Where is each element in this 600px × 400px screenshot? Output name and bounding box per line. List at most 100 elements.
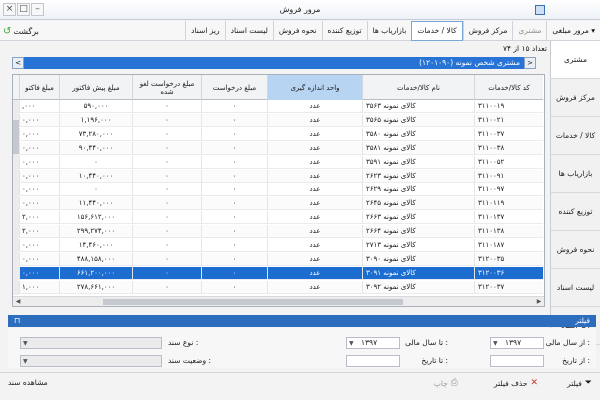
table-row[interactable]: ۳۱۱۰۰۹۱ کالای نمونه ۲۶۲۳ عدد ۰ ۰ ۱۰,۴۴۰,۰۰۰ ۰,… (13, 169, 543, 183)
table-row[interactable]: ۳۱۲۰۰۳۵ کالای نمونه ۳۰۹۰ عدد ۰ ۰ ۴۸۸,۱۵۸,۰۰۰ ۰… (13, 252, 543, 266)
scroll-left-icon[interactable]: ◀ (13, 297, 23, 306)
to-year-select[interactable]: ▼ ۱۳۹۷ (346, 337, 400, 349)
cell-request-amount: ۰ (201, 141, 267, 155)
cell-proforma-amount: ۴۸۸,۱۵۸,۰۰۰ (59, 252, 132, 266)
table-row[interactable]: ۳۱۱۰۱۳۸ کالای نمونه ۲۶۶۴ عدد ۰ ۰ ۲۹۹,۲۷۴,۰۰۰ ۲… (13, 225, 543, 239)
tab-document-list[interactable]: لیست اسناد (224, 21, 273, 41)
cell-request-amount: ۰ (201, 280, 267, 294)
table-row[interactable]: ۳۱۱۰۱۸۷ کالای نمونه ۲۷۱۳ عدد ۰ ۰ ۱۴,۴۶۰,۰۰۰ ۰,… (13, 239, 543, 252)
customer-navigator: < مشتری شخص نمونه (۱۲۰۱۰۹۰) > (12, 57, 536, 69)
tab-goods-services[interactable]: کالا / خدمات (411, 21, 463, 41)
column-header-proforma-amount[interactable]: مبلغ پیش فاکتور (59, 75, 132, 100)
clear-filter-icon: ✕ (530, 378, 538, 388)
cell-proforma-amount: ۱,۱۹۶,۰۰۰ (59, 113, 132, 127)
cell-invoice-amount: ۰,۰۰۰ (19, 155, 59, 169)
doc-status-select[interactable]: ▼ (20, 355, 162, 367)
tab-customer[interactable]: مشتری (512, 21, 546, 41)
cell-name: کالای نمونه ۳۰۹۰ (362, 252, 474, 266)
pin-icon[interactable]: ⊓ (14, 316, 20, 325)
view-document-button[interactable]: مشاهده سند (8, 378, 48, 387)
table-row[interactable]: ۳۱۱۰۰۵۲ کالای نمونه ۳۵۹۱ عدد ۰ ۰ ۰ ۰,۰۰۰ (13, 155, 543, 169)
cell-cancelled-amount: ۰ (132, 266, 201, 280)
print-button[interactable]: چاپ ⎙ (434, 378, 458, 388)
tab-document-details[interactable]: ریز اسناد (185, 21, 225, 41)
cell-unit: عدد (267, 225, 362, 239)
table-row[interactable]: ۳۱۱۰۰۲۱ کالای نمونه ۳۵۶۵ عدد ۰ ۰ ۱,۱۹۶,۰۰۰ ۰,۰… (13, 113, 543, 127)
cell-proforma-amount: ۹۰,۴۴۰,۰۰۰ (59, 141, 132, 155)
scrollbar-thumb[interactable] (103, 299, 403, 305)
cell-cancelled-amount: ۰ (132, 252, 201, 266)
sidebar-item-sales-method[interactable]: نحوه فروش (551, 231, 600, 269)
cell-name: کالای نمونه ۳۵۶۵ (362, 113, 474, 127)
table-row[interactable]: ۳۱۱۰۰۳۷ کالای نمونه ۳۵۸۰ عدد ۰ ۰ ۷۳,۲۸۰,۰۰۰ ۰,… (13, 127, 543, 141)
sidebar-item-distributor[interactable]: توزیع کننده (551, 193, 600, 231)
back-button[interactable]: ↺ برگشت (3, 24, 39, 38)
table-row[interactable]: ۳۱۱۰۰۱۹ کالای نمونه ۳۵۶۳ عدد ۰ ۰ ۵۹۰,۰۰۰,۰۰۰ (13, 100, 543, 113)
horizontal-scrollbar[interactable]: ◀ ▶ (13, 296, 544, 306)
cell-name: کالای نمونه ۲۶۲۹ (362, 183, 474, 197)
main-content: تعداد ۱۵ از ۷۴ < مشتری شخص نمونه (۱۲۰۱۰۹… (0, 41, 550, 313)
sidebar-item-document-list[interactable]: لیست اسناد (551, 269, 600, 307)
tab-sales-center[interactable]: مرکز فروش (462, 21, 513, 41)
cell-name: کالای نمونه ۲۶۲۳ (362, 169, 474, 183)
data-grid: کد کالا/خدمات نام کالا/خدمات واحد اندازه… (12, 74, 545, 307)
customer-selector[interactable]: مشتری شخص نمونه (۱۲۰۱۰۹۰) (24, 57, 524, 69)
column-header-code[interactable]: کد کالا/خدمات (474, 75, 543, 100)
column-header-unit[interactable]: واحد اندازه گیری (267, 75, 362, 100)
cell-cancelled-amount: ۰ (132, 100, 201, 113)
cell-name: کالای نمونه ۳۵۶۳ (362, 100, 474, 113)
cell-name: کالای نمونه ۳۵۸۱ (362, 141, 474, 155)
from-year-value: ۱۳۹۷ (505, 338, 522, 347)
cell-cancelled-amount: ۰ (132, 280, 201, 294)
filter-header[interactable]: ⊓ فیلتر (8, 315, 596, 327)
cell-code: ۳۱۲۰۰۳۶ (474, 266, 543, 280)
window-title: مرور فروش (279, 5, 321, 14)
to-date-input[interactable] (346, 355, 400, 367)
table-row[interactable]: ۳۱۱۰۱۱۹ کالای نمونه ۲۶۴۵ عدد ۰ ۰ ۱۱,۴۴۰,۰۰۰ ۰,… (13, 197, 543, 211)
tab-marketers[interactable]: بازاریاب ها (366, 21, 412, 41)
doc-type-select[interactable]: ▼ (20, 337, 162, 349)
cell-unit: عدد (267, 266, 362, 280)
tab-amount-review[interactable]: مرور مبلغی ▾ (546, 21, 600, 41)
sidebar-item-marketers[interactable]: بازاریاب ها (551, 155, 600, 193)
next-button[interactable]: < (12, 57, 24, 69)
vertical-scrollbar[interactable] (13, 100, 19, 295)
column-header-invoice-amount[interactable]: مبلغ فاکتو (19, 75, 59, 100)
table-row[interactable]: ۳۱۱۰۰۳۸ کالای نمونه ۳۵۸۱ عدد ۰ ۰ ۹۰,۴۴۰,۰۰۰ ۰,… (13, 141, 543, 155)
cell-code: ۳۱۱۰۰۹۷ (474, 183, 543, 197)
cell-cancelled-amount: ۰ (132, 239, 201, 252)
clear-filter-button[interactable]: حذف فیلتر ✕ (494, 378, 538, 388)
sidebar-item-customer[interactable]: مشتری (551, 41, 600, 79)
tab-sales-method[interactable]: نحوه فروش (272, 21, 322, 41)
record-count: تعداد ۱۵ از ۷۴ (502, 44, 547, 53)
cell-request-amount: ۰ (201, 183, 267, 197)
sidebar-item-sales-center[interactable]: مرکز فروش (551, 79, 600, 117)
from-date-input[interactable] (490, 355, 544, 367)
grid-header: کد کالا/خدمات نام کالا/خدمات واحد اندازه… (13, 75, 543, 100)
column-header-cancelled-amount[interactable]: مبلغ درخواست لغو شده (132, 75, 201, 100)
column-header-name[interactable]: نام کالا/خدمات (362, 75, 474, 100)
cell-code: ۳۱۱۰۰۵۲ (474, 155, 543, 169)
prev-button[interactable]: > (524, 57, 536, 69)
cell-cancelled-amount: ۰ (132, 127, 201, 141)
cell-cancelled-amount: ۰ (132, 225, 201, 239)
table-row[interactable]: ۳۱۲۰۰۳۶ کالای نمونه ۳۰۹۱ عدد ۰ ۰ ۶۶۱,۲۰۰,۰۰۰ ۰… (13, 266, 543, 280)
clear-filter-label: حذف فیلتر (493, 378, 528, 388)
cell-code: ۳۱۱۰۰۳۷ (474, 127, 543, 141)
table-row[interactable]: ۳۱۱۰۰۹۷ کالای نمونه ۲۶۲۹ عدد ۰ ۰ ۰ ۰,۰۰۰ (13, 183, 543, 197)
table-row[interactable]: ۳۱۱۰۱۳۷ کالای نمونه ۲۶۶۳ عدد ۰ ۰ ۱۵۶,۶۱۲,۰۰۰ ۲… (13, 211, 543, 225)
cell-name: کالای نمونه ۳۵۹۱ (362, 155, 474, 169)
sidebar-item-goods-services[interactable]: کالا / خدمات (551, 117, 600, 155)
scrollbar-thumb[interactable] (13, 120, 19, 154)
column-header-request-amount[interactable]: مبلغ درخواست (201, 75, 267, 100)
table-row[interactable]: ۳۱۲۰۰۳۷ کالای نمونه ۳۰۹۲ عدد ۰ ۰ ۲۷۸,۶۶۱,۰۰۰ ۱… (13, 280, 543, 294)
filter-button[interactable]: فیلتر ⏷ (567, 378, 592, 388)
chevron-down-icon: ▼ (493, 340, 498, 347)
to-year-label: تا سال مالی : (405, 338, 448, 347)
from-year-select[interactable]: ▼ ۱۳۹۷ (490, 337, 544, 349)
app-icon (535, 5, 545, 15)
tab-distributor[interactable]: توزیع کننده (321, 21, 367, 41)
scroll-right-icon[interactable]: ▶ (534, 297, 544, 306)
cell-request-amount: ۰ (201, 169, 267, 183)
cell-name: کالای نمونه ۳۰۹۱ (362, 266, 474, 280)
